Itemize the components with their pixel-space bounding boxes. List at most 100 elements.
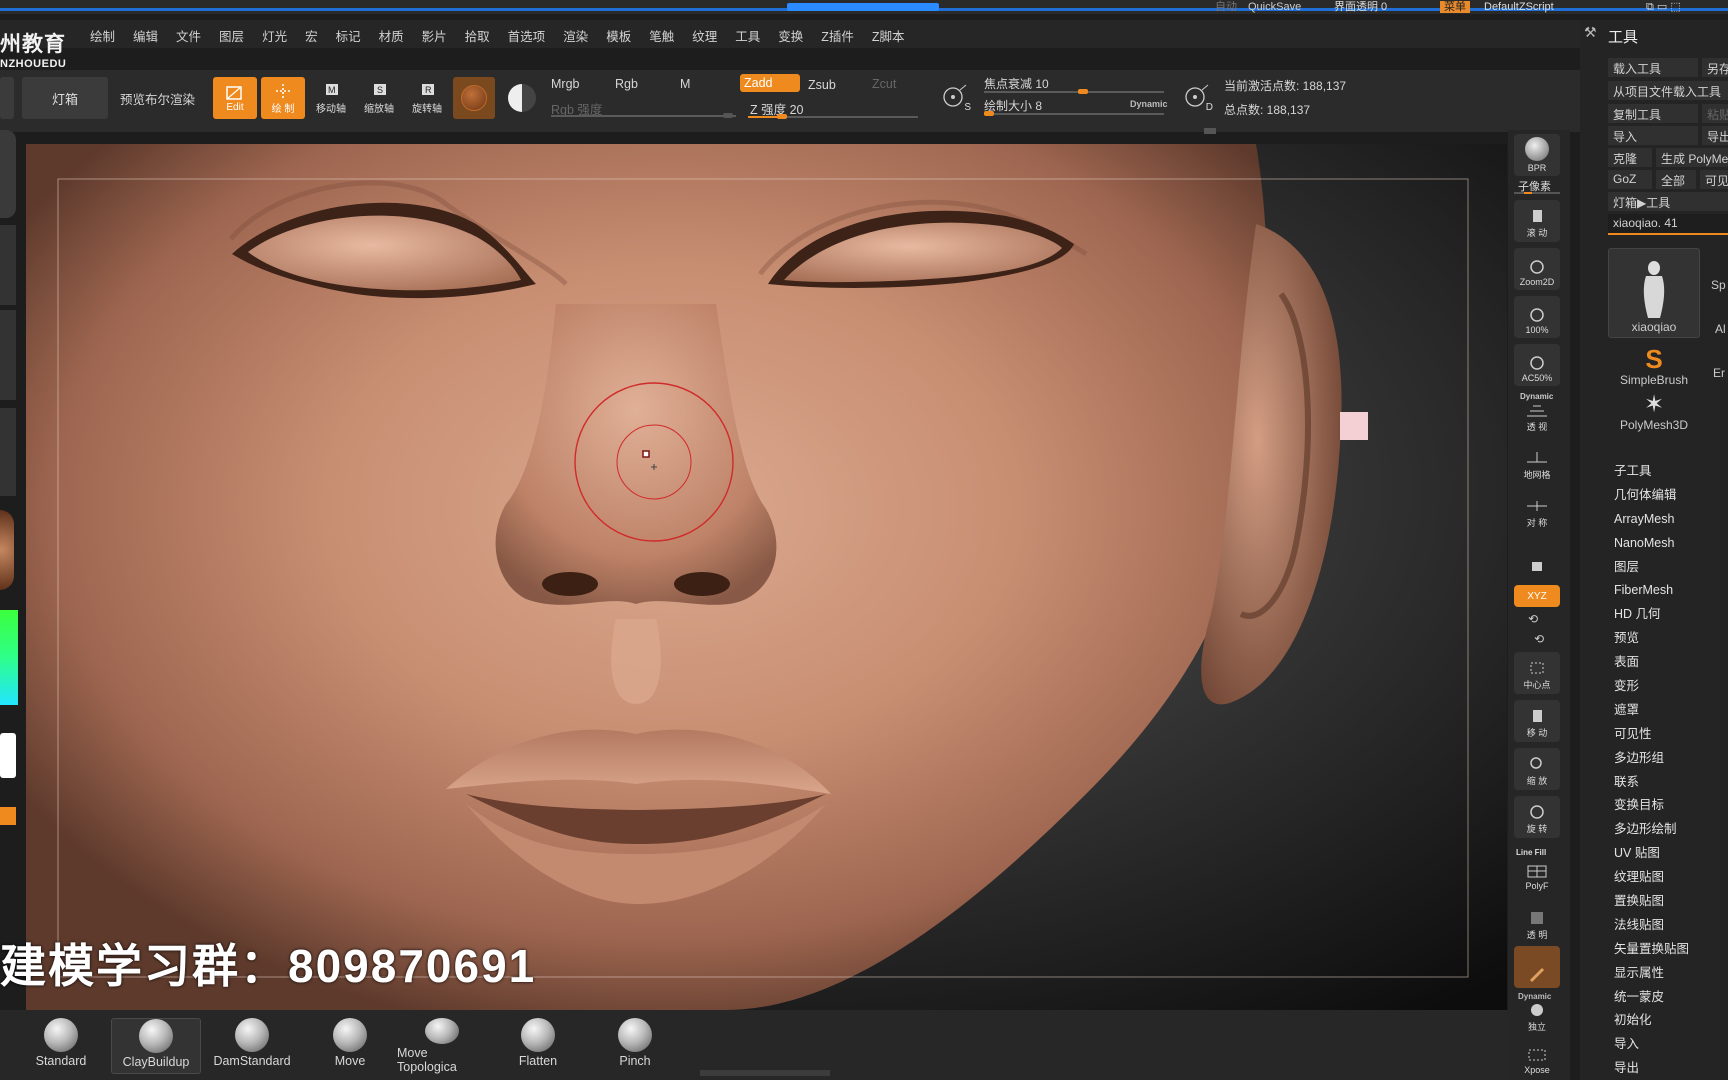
xyz-button[interactable]: XYZ [1514,585,1560,607]
scale-axis-button[interactable]: S 缩放轴 [357,77,401,119]
subpalette-item[interactable]: 几何体编辑 [1614,484,1689,508]
viewport-canvas[interactable] [26,144,1507,1010]
menu-item[interactable]: 材质 [379,26,404,45]
menu-item[interactable]: 影片 [422,26,447,45]
subpalette-item[interactable]: 可见性 [1614,723,1689,747]
paste-tool-button[interactable]: 粘贴 [1702,104,1728,123]
menu-item[interactable]: 标记 [336,26,361,45]
menu-item[interactable]: 灯光 [262,26,287,45]
subpalette-item[interactable]: 纹理贴图 [1614,866,1689,890]
subpalette-item[interactable]: ArrayMesh [1614,508,1689,532]
subpalette-item[interactable]: 子工具 [1614,460,1689,484]
draw-size-knob[interactable] [984,111,994,116]
rgb-intensity-slider[interactable] [551,113,736,118]
draw-button[interactable]: 绘 制 [261,77,305,119]
menu-item[interactable]: 编辑 [133,26,158,45]
menu-item[interactable]: 工具 [735,26,760,45]
goz-visible-button[interactable]: 可见 [1700,170,1728,189]
menu-item[interactable]: 宏 [305,26,318,45]
rotate-y-icon[interactable]: ⟲ [1528,612,1538,626]
subpalette-item[interactable]: UV 贴图 [1614,842,1689,866]
side-thumb-1[interactable]: Sp [1711,278,1726,292]
center-button[interactable]: 中心点 [1514,652,1560,694]
brush-bar-scroll[interactable] [700,1070,830,1076]
ghost-button[interactable] [1514,946,1560,988]
move-view-button[interactable]: 移 动 [1514,700,1560,742]
subpalette-item[interactable]: 多边形绘制 [1614,818,1689,842]
menu-item[interactable]: 纹理 [692,26,717,45]
subpalette-item[interactable]: 遮罩 [1614,699,1689,723]
menu-item[interactable]: Z脚本 [872,26,905,45]
subpalette-item[interactable]: FiberMesh [1614,579,1689,603]
rotate-view-button[interactable]: 旋 转 [1514,796,1560,838]
menu-item[interactable]: 绘制 [90,26,115,45]
menu-item[interactable]: 笔触 [649,26,674,45]
subpixel-knob[interactable] [1524,192,1532,194]
subpalette-item[interactable]: HD 几何 [1614,603,1689,627]
subpixel-slider[interactable] [1514,192,1560,194]
zoom-view-button[interactable]: 缩 放 [1514,748,1560,790]
spotlight-d-button[interactable]: D [1180,80,1214,114]
menu-item[interactable]: 变换 [778,26,803,45]
edit-button[interactable]: Edit [213,77,257,119]
rgb-button[interactable]: Rgb [615,77,638,91]
ac50-button[interactable]: AC50% [1514,344,1560,386]
subpalette-item[interactable]: 导入 [1614,1033,1689,1057]
menu-button[interactable]: 菜单 [1440,1,1470,13]
tool-thumb-xiaoqiao[interactable]: xiaoqiao [1608,248,1700,338]
subpalette-item[interactable]: 变换目标 [1614,794,1689,818]
subpalette-item[interactable]: NanoMesh [1614,532,1689,556]
dynamic-toggle[interactable]: Dynamic [1130,99,1168,109]
subpalette-item[interactable]: 统一蒙皮 [1614,986,1689,1010]
brush-claybuildup[interactable]: ClayBuildup [111,1018,201,1074]
menu-item[interactable]: 首选项 [508,26,546,45]
menu-item[interactable]: 文件 [176,26,201,45]
brush-standard[interactable]: Standard [16,1018,106,1074]
lock-button[interactable] [1514,535,1560,577]
script-button[interactable]: DefaultZScript [1484,1,1554,13]
menu-item[interactable]: 图层 [219,26,244,45]
sculpt-face-model[interactable] [26,144,1507,1010]
main-color-swatch[interactable] [0,733,16,778]
brush-move[interactable]: Move [305,1018,395,1074]
subpalette-item[interactable]: 法线贴图 [1614,914,1689,938]
rgb-intensity-knob[interactable] [723,113,733,118]
polyframe-button[interactable]: PolyF [1514,856,1560,894]
subpalette-item[interactable]: 图层 [1614,556,1689,580]
subpalette-item[interactable]: 显示属性 [1614,962,1689,986]
toolbar-scroll-handle[interactable] [1204,128,1216,134]
left-brush-thumb[interactable] [0,130,16,218]
import-button[interactable]: 导入 [1608,126,1698,145]
brush-pinch[interactable]: Pinch [590,1018,680,1074]
subpalette-item[interactable]: 矢量置换贴图 [1614,938,1689,962]
subpalette-item[interactable]: 变形 [1614,675,1689,699]
focal-shift-knob[interactable] [1078,89,1088,94]
color-picker[interactable] [0,610,18,705]
export-button[interactable]: 导出 [1702,126,1728,145]
left-material-thumb[interactable] [0,510,14,590]
quicksave-button[interactable]: QuickSave [1248,1,1301,13]
scroll-button[interactable]: 滚 动 [1514,200,1560,242]
preview-bpr-button[interactable]: 预览布尔渲染 [120,89,195,108]
floor-button[interactable]: 地网格 [1514,442,1560,484]
zsub-button[interactable]: Zsub [808,78,836,92]
material-swatch[interactable] [453,77,495,119]
zcut-button[interactable]: Zcut [872,77,896,91]
tool-palette-header[interactable]: ⚒ 工具 [1580,20,1728,50]
interface-opacity-slider[interactable]: 界面透明 0 [1334,1,1387,13]
subpalette-item[interactable]: 初始化 [1614,1009,1689,1033]
left-stroke-thumb[interactable] [0,225,16,305]
menu-item[interactable]: 模板 [606,26,631,45]
bpr-button[interactable]: BPR [1514,134,1560,176]
clone-button[interactable]: 克隆 [1608,148,1652,167]
zoom2d-button[interactable]: Zoom2D [1514,248,1560,290]
secondary-color-swatch[interactable] [0,807,16,825]
draw-size-slider[interactable] [984,111,1164,116]
menu-item[interactable]: 渲染 [563,26,588,45]
move-axis-button[interactable]: M 移动轴 [309,77,353,119]
spotlight-s-button[interactable]: S [938,80,972,114]
subpalette-item[interactable]: 置换贴图 [1614,890,1689,914]
mrgb-button[interactable]: Mrgb [551,77,579,91]
texture-button[interactable] [504,79,540,117]
tool-thumb-simplebrush[interactable]: S SimpleBrush [1606,345,1702,389]
